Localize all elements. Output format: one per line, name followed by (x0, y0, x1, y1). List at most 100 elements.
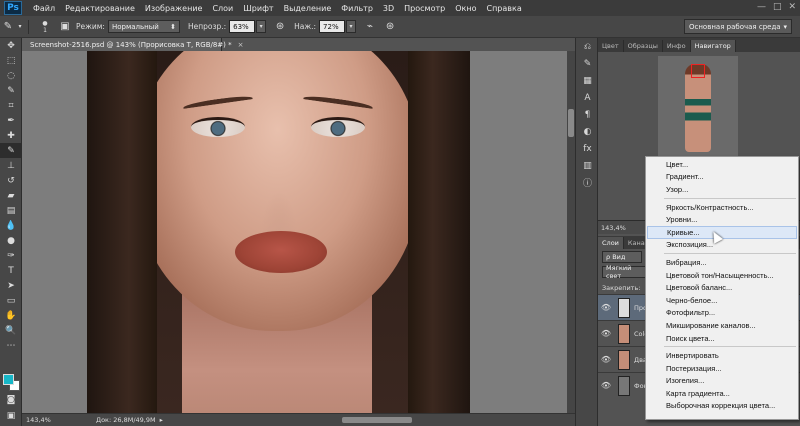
menu-item[interactable]: Микширование каналов... (646, 319, 798, 332)
menu-item[interactable]: Карта градиента... (646, 387, 798, 400)
blend-mode-select[interactable]: Мягкий свет (602, 264, 646, 280)
menu-layers[interactable]: Слои (207, 4, 238, 13)
styles-icon[interactable]: fx (576, 140, 599, 157)
menu-filter[interactable]: Фильтр (336, 4, 378, 13)
move-icon[interactable]: ✥ (0, 38, 22, 53)
crop-icon[interactable]: ⌗ (0, 98, 22, 113)
blur-icon[interactable]: 💧 (0, 218, 22, 233)
horizontal-scroll-thumb[interactable] (342, 417, 412, 423)
menu-item[interactable]: Поиск цвета... (646, 332, 798, 345)
quick-select-icon[interactable]: ✎ (0, 83, 22, 98)
layer-filter-select[interactable]: ρ Вид (602, 251, 642, 263)
document-tab[interactable]: Screenshot-2516.psd @ 143% (Прорисовка Т… (22, 38, 244, 51)
menu-item[interactable]: Уровни... (646, 213, 798, 226)
navigator-view-box[interactable] (691, 64, 705, 78)
brush-icon[interactable]: ✎ (0, 143, 22, 158)
vertical-scrollbar[interactable] (567, 51, 575, 413)
clone-stamp-icon[interactable]: ⊥ (0, 158, 22, 173)
hand-icon[interactable]: ✋ (0, 308, 22, 323)
vertical-scroll-thumb[interactable] (568, 109, 574, 137)
eye-icon[interactable]: 👁 (598, 303, 614, 312)
menu-item[interactable]: Выборочная коррекция цвета... (646, 400, 798, 413)
menu-file[interactable]: Файл (28, 4, 60, 13)
eyedropper-icon[interactable]: ✒ (0, 113, 22, 128)
info-icon[interactable]: ⓘ (576, 174, 599, 191)
canvas[interactable] (22, 51, 567, 413)
menu-item[interactable]: Яркость/Контрастность... (646, 201, 798, 214)
menu-image[interactable]: Изображение (140, 4, 208, 13)
tool-preset-arrow-icon[interactable]: ▾ (16, 20, 24, 34)
pressure-size-icon[interactable]: ⊛ (382, 20, 398, 34)
navigator-zoom-value[interactable]: 143,4% (601, 224, 626, 232)
type-icon[interactable]: T (0, 263, 22, 278)
maximize-button[interactable]: □ (773, 2, 782, 12)
opacity-slider-arrow[interactable]: ▾ (256, 20, 267, 33)
eraser-icon[interactable]: ▰ (0, 188, 22, 203)
marquee-icon[interactable]: ⬚ (0, 53, 22, 68)
tab-info[interactable]: Инфо (663, 40, 691, 52)
workspace-select[interactable]: Основная рабочая среда ▾ (684, 19, 792, 34)
navigator-preview[interactable] (658, 56, 738, 158)
swatches-icon[interactable]: ▥ (576, 157, 599, 174)
menu-select[interactable]: Выделение (279, 4, 337, 13)
pen-icon[interactable]: ✑ (0, 248, 22, 263)
adjustments-icon[interactable]: ◐ (576, 123, 599, 140)
brush-size-picker[interactable]: ● 1 (33, 20, 57, 34)
flow-input[interactable]: 72% (319, 20, 346, 33)
more-tools-icon[interactable]: ⋯ (0, 338, 22, 353)
menu-item[interactable]: Инвертировать (646, 349, 798, 362)
close-button[interactable]: ✕ (788, 2, 796, 12)
quick-mask-icon[interactable]: ◙ (0, 392, 22, 407)
pressure-opacity-icon[interactable]: ⊛ (272, 20, 288, 34)
menu-item[interactable]: Черно-белое... (646, 294, 798, 307)
menu-item[interactable]: Вибрация... (646, 256, 798, 269)
minimize-button[interactable]: — (757, 2, 766, 12)
eye-icon[interactable]: 👁 (598, 329, 614, 338)
brush-panel-icon[interactable]: ▣ (57, 20, 73, 34)
path-select-icon[interactable]: ➤ (0, 278, 22, 293)
tab-color[interactable]: Цвет (598, 40, 624, 52)
menu-edit[interactable]: Редактирование (60, 4, 140, 13)
character-icon[interactable]: A (576, 89, 599, 106)
menu-item[interactable]: Цвет... (646, 158, 798, 171)
menu-help[interactable]: Справка (481, 4, 526, 13)
flow-slider-arrow[interactable]: ▾ (346, 20, 357, 33)
menu-type[interactable]: Шрифт (238, 4, 278, 13)
menu-item[interactable]: Цветовой баланс... (646, 281, 798, 294)
close-tab-icon[interactable]: × (238, 41, 244, 49)
menu-item[interactable]: Градиент... (646, 171, 798, 184)
tab-layers[interactable]: Слои (598, 237, 624, 249)
menu-item[interactable]: Изогелия... (646, 375, 798, 388)
healing-icon[interactable]: ✚ (0, 128, 22, 143)
foreground-color-swatch[interactable] (3, 374, 14, 385)
menu-item[interactable]: Постеризация... (646, 362, 798, 375)
history-icon[interactable]: ⎌ (576, 38, 599, 55)
menu-item[interactable]: Фотофильтр... (646, 307, 798, 320)
zoom-level[interactable]: 143,4% (22, 416, 56, 424)
menu-item[interactable]: Узор... (646, 183, 798, 196)
history-brush-icon[interactable]: ↺ (0, 173, 22, 188)
brush-tool-icon[interactable]: ✎ (0, 20, 16, 34)
tab-navigator[interactable]: Навигатор (690, 40, 736, 52)
shape-icon[interactable]: ▭ (0, 293, 22, 308)
lasso-icon[interactable]: ◌ (0, 68, 22, 83)
dodge-icon[interactable]: ● (0, 233, 22, 248)
eye-icon[interactable]: 👁 (598, 381, 614, 390)
menu-item[interactable]: Экспозиция... (646, 239, 798, 252)
opacity-input[interactable]: 63% (229, 20, 256, 33)
brush-presets-icon[interactable]: ✎ (576, 55, 599, 72)
chevron-right-icon[interactable]: ▸ (160, 416, 163, 424)
airbrush-icon[interactable]: ⌁ (362, 20, 378, 34)
paragraph-icon[interactable]: ¶ (576, 106, 599, 123)
gradient-icon[interactable]: ▤ (0, 203, 22, 218)
properties-icon[interactable]: ▦ (576, 72, 599, 89)
mode-select[interactable]: Нормальный ⬍ (107, 20, 180, 33)
menu-view[interactable]: Просмотр (399, 4, 450, 13)
screen-mode-icon[interactable]: ▣ (0, 408, 22, 423)
menu-item[interactable]: Цветовой тон/Насыщенность... (646, 269, 798, 282)
eye-icon[interactable]: 👁 (598, 355, 614, 364)
menu-window[interactable]: Окно (450, 4, 481, 13)
menu-3d[interactable]: 3D (378, 4, 399, 13)
zoom-icon[interactable]: 🔍 (0, 323, 22, 338)
tab-swatches[interactable]: Образцы (624, 40, 663, 52)
